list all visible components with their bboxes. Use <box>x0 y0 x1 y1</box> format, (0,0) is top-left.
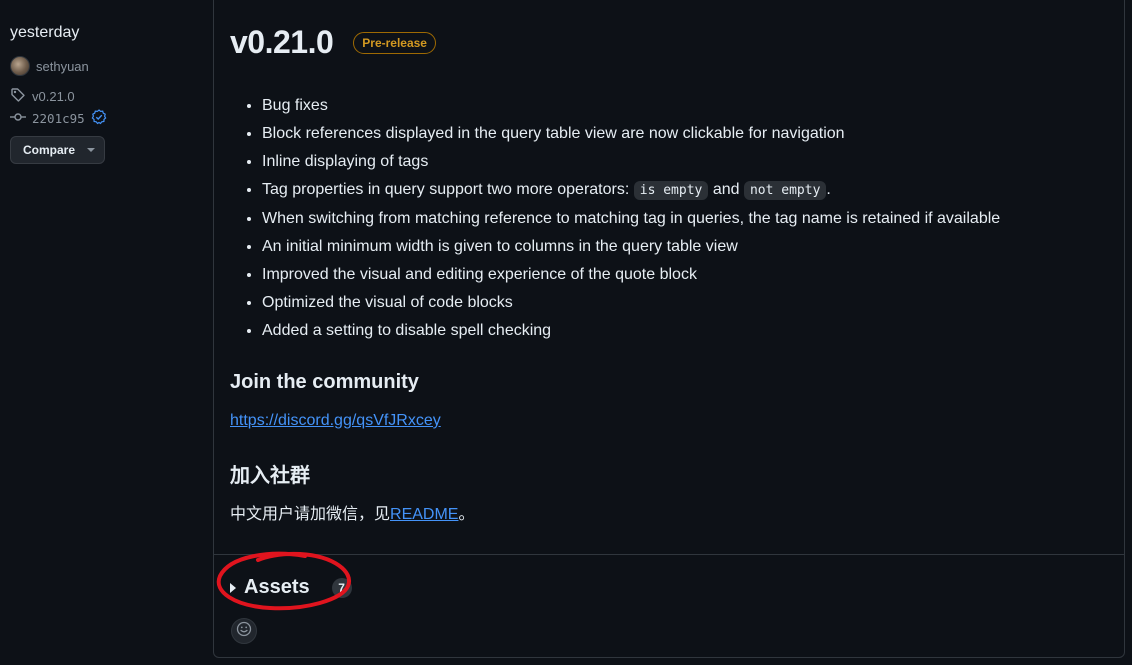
author-row[interactable]: sethyuan <box>10 56 89 76</box>
list-item: When switching from matching reference t… <box>262 205 1110 233</box>
community-heading: Join the community <box>230 371 419 393</box>
release-date: yesterday <box>10 24 80 41</box>
list-item: Tag properties in query support two more… <box>262 176 1110 205</box>
release-notes: Bug fixes Block references displayed in … <box>230 92 1110 345</box>
commit-sha[interactable]: 2201c95 <box>32 111 85 126</box>
cn-text-row: 中文用户请加微信，见README。 <box>230 500 474 524</box>
add-reaction-button[interactable] <box>231 618 257 644</box>
discord-link[interactable]: https://discord.gg/qsVfJRxcey <box>230 412 441 429</box>
list-item: Added a setting to disable spell checkin… <box>262 317 1110 345</box>
release-card: v0.21.0 Pre-release Bug fixes Block refe… <box>213 0 1125 658</box>
list-item: An initial minimum width is given to col… <box>262 233 1110 261</box>
list-item: Bug fixes <box>262 92 1110 120</box>
tag-icon <box>10 87 26 106</box>
compare-label: Compare <box>23 143 76 157</box>
release-notes-list: Bug fixes Block references displayed in … <box>230 92 1110 345</box>
list-item-text: and <box>708 181 744 198</box>
cn-text: 中文用户请加微信，见 <box>230 506 391 523</box>
cn-community-heading: 加入社群 <box>230 465 310 487</box>
release-title[interactable]: v0.21.0 <box>230 24 334 61</box>
caret-right-icon <box>230 582 236 593</box>
divider <box>214 554 1124 555</box>
readme-link[interactable]: README <box>390 506 458 523</box>
avatar[interactable] <box>10 56 30 76</box>
tag-name[interactable]: v0.21.0 <box>32 89 75 104</box>
assets-toggle[interactable]: Assets 7 <box>230 576 352 599</box>
compare-button[interactable]: Compare <box>10 136 105 164</box>
chevron-down-icon <box>87 148 96 152</box>
assets-label[interactable]: Assets <box>244 576 310 599</box>
tag-row[interactable]: v0.21.0 <box>10 87 75 106</box>
commit-row[interactable]: 2201c95 <box>10 109 107 128</box>
list-item-text: . <box>826 181 831 198</box>
cn-text-end: 。 <box>458 506 475 523</box>
code-not-empty: not empty <box>743 181 827 200</box>
verified-check-icon[interactable] <box>91 109 107 128</box>
commit-icon <box>10 109 26 128</box>
list-item: Inline displaying of tags <box>262 148 1110 176</box>
community-link-row: https://discord.gg/qsVfJRxcey <box>230 412 441 430</box>
prerelease-badge: Pre-release <box>353 31 436 54</box>
list-item: Improved the visual and editing experien… <box>262 261 1110 289</box>
list-item: Optimized the visual of code blocks <box>262 289 1110 317</box>
release-sidebar: yesterday sethyuan v0.21.0 2201c95 Compa… <box>0 0 200 665</box>
code-is-empty: is empty <box>633 181 709 200</box>
assets-count-badge: 7 <box>331 577 352 598</box>
list-item: Block references displayed in the query … <box>262 120 1110 148</box>
release-header: v0.21.0 Pre-release <box>230 24 436 61</box>
list-item-text: Tag properties in query support two more… <box>262 181 634 198</box>
smiley-icon <box>236 621 252 642</box>
author-name[interactable]: sethyuan <box>36 59 89 74</box>
